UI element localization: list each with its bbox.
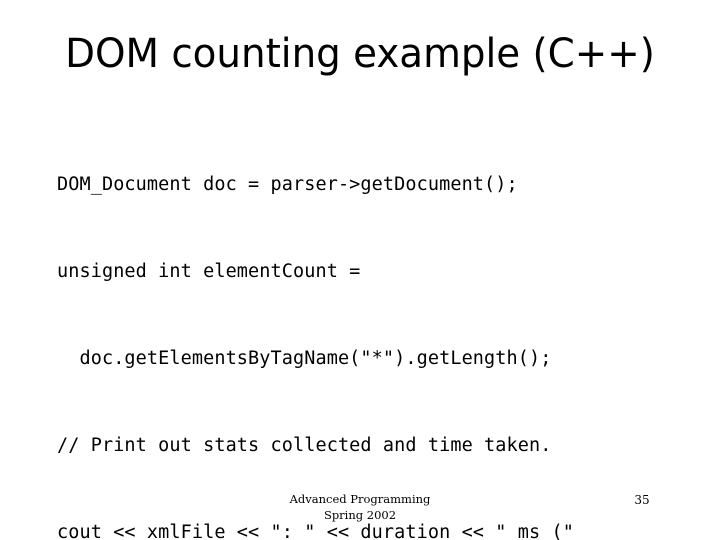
code-line: doc.getElementsByTagName("*").getLength(… [57,348,552,369]
page-title: DOM counting example (C++) [65,31,655,77]
code-line: // Print out stats collected and time ta… [57,435,552,456]
code-line: unsigned int elementCount = [57,261,361,282]
footer-term: Spring 2002 [323,508,397,522]
slide-footer: Advanced Programming Spring 2002 [180,491,540,523]
footer-course-name: Advanced Programming [289,492,431,506]
code-line: DOM_Document doc = parser->getDocument()… [57,174,518,195]
slide-page-number: 35 [634,493,650,507]
code-block: DOM_Document doc = parser->getDocument()… [57,112,677,540]
slide: DOM counting example (C++) DOM_Document … [0,0,720,540]
